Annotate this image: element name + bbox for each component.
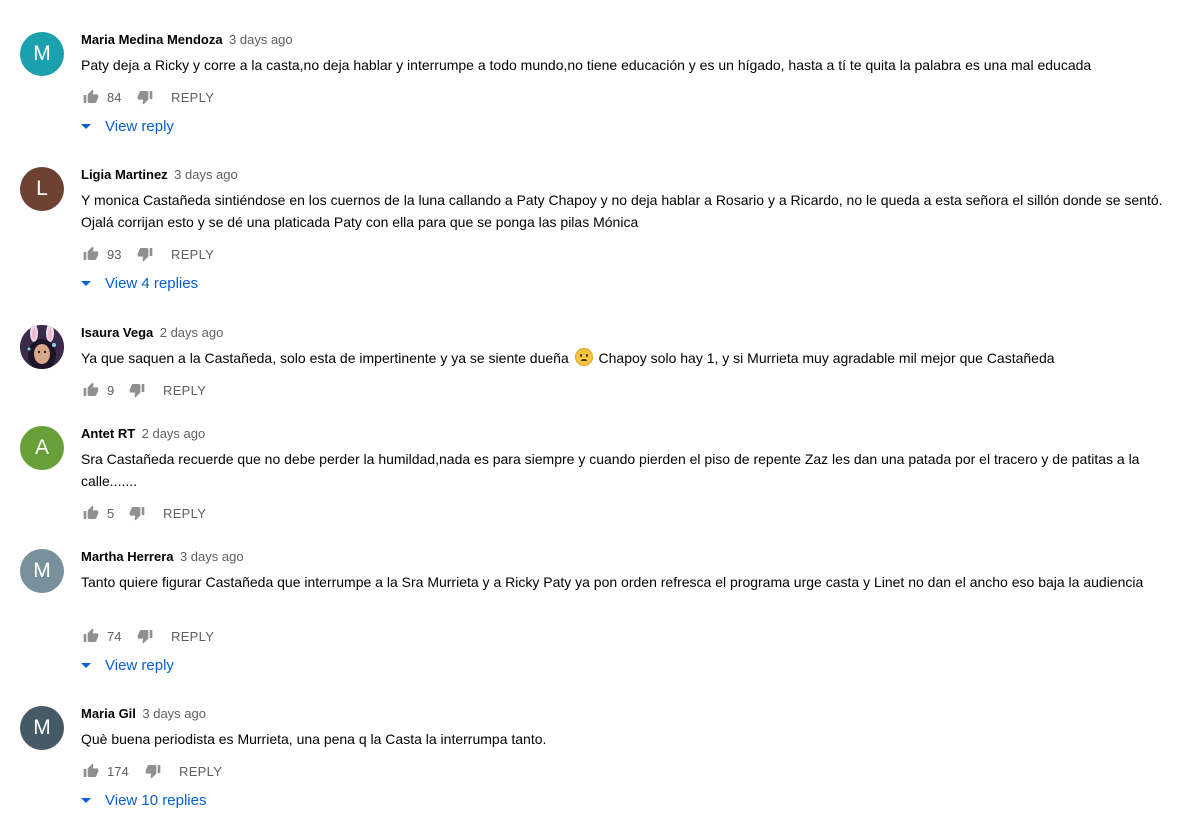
comment-header: Maria Medina Mendoza 3 days ago	[81, 32, 1181, 48]
comment-text: Sra Castañeda recuerde que no debe perde…	[81, 451, 1140, 489]
view-replies-label: View reply	[105, 656, 174, 674]
comment-text: Paty deja a Ricky y corre a la casta,no …	[81, 57, 1092, 73]
avatar[interactable]: M	[20, 32, 64, 76]
view-replies-button[interactable]: View reply	[81, 115, 174, 137]
avatar[interactable]: A	[20, 426, 64, 470]
worried-face-emoji	[574, 348, 593, 366]
like-count: 93	[107, 246, 122, 262]
comment-actions: 5 REPLY	[81, 502, 206, 524]
caret-down-icon	[81, 662, 91, 668]
comment-header: Isaura Vega 2 days ago	[81, 325, 1181, 341]
comment-header: Ligia Martinez 3 days ago	[81, 167, 1181, 183]
avatar-letter: M	[33, 42, 51, 65]
avatar[interactable]: M	[20, 549, 64, 593]
comment-body: Maria Medina Mendoza 3 days ago Paty dej…	[81, 32, 1181, 135]
comment-text-part: Chapoy solo hay 1, y si Murrieta muy agr…	[598, 350, 1055, 366]
thumb-down-icon[interactable]	[135, 244, 155, 264]
reply-button[interactable]: REPLY	[171, 629, 214, 644]
reply-button[interactable]: REPLY	[171, 247, 214, 262]
comment-header: Martha Herrera 3 days ago	[81, 549, 1181, 565]
avatar-photo-image	[20, 325, 64, 369]
view-replies-label: View 4 replies	[105, 274, 199, 292]
thumb-up-icon[interactable]	[81, 244, 101, 264]
comment-body: Isaura Vega 2 days ago Ya que saquen a l…	[81, 325, 1181, 398]
avatar-letter: M	[33, 559, 51, 582]
avatar-letter: A	[34, 436, 49, 459]
comment-text: Tanto quiere figurar Castañeda que inter…	[81, 574, 1144, 590]
comment-text-part: Ya que saquen a la Castañeda, solo esta …	[81, 350, 569, 366]
comment-author[interactable]: Maria Gil	[81, 706, 136, 721]
comment-author[interactable]: Martha Herrera	[81, 549, 174, 564]
thumb-up-icon[interactable]	[81, 503, 101, 523]
thumb-down-icon[interactable]	[135, 87, 155, 107]
view-replies-button[interactable]: View reply	[81, 654, 174, 676]
thumb-down-icon[interactable]	[127, 380, 147, 400]
view-replies-button[interactable]: View 10 replies	[81, 789, 206, 811]
comment-body: Antet RT 2 days ago Sra Castañeda recuer…	[81, 426, 1181, 521]
comment-author[interactable]: Antet RT	[81, 426, 135, 441]
thumb-down-icon[interactable]	[135, 626, 155, 646]
comment-time[interactable]: 3 days ago	[174, 167, 238, 182]
view-replies-label: View reply	[105, 117, 174, 135]
like-count: 74	[107, 628, 122, 644]
thumb-up-icon[interactable]	[81, 380, 101, 400]
comment-text: Y monica Castañeda sintiéndose en los cu…	[81, 192, 1163, 230]
reply-button[interactable]: REPLY	[163, 506, 206, 521]
like-count: 84	[107, 89, 122, 105]
comment-time[interactable]: 3 days ago	[180, 549, 244, 564]
caret-down-icon	[81, 123, 91, 129]
comment-author[interactable]: Maria Medina Mendoza	[81, 32, 223, 47]
comment-text: Què buena periodista es Murrieta, una pe…	[81, 731, 547, 747]
comment-text: Ya que saquen a la Castañeda, solo esta …	[81, 347, 1181, 369]
comment-body: Maria Gil 3 days ago Què buena periodist…	[81, 706, 1181, 809]
avatar-letter: M	[33, 716, 51, 739]
comment-actions: 93 REPLY	[81, 243, 214, 265]
comment-author[interactable]: Ligia Martinez	[81, 167, 168, 182]
comment-time[interactable]: 2 days ago	[142, 426, 206, 441]
like-count: 174	[107, 763, 129, 779]
avatar[interactable]: M	[20, 706, 64, 750]
comment-time[interactable]: 3 days ago	[229, 32, 293, 47]
comment-actions: 9 REPLY	[81, 379, 206, 401]
avatar[interactable]	[20, 325, 64, 369]
comment-time[interactable]: 3 days ago	[142, 706, 206, 721]
avatar-letter: L	[36, 177, 48, 200]
like-count: 5	[107, 505, 115, 521]
comment-actions: 74 REPLY	[81, 625, 214, 647]
reply-button[interactable]: REPLY	[163, 383, 206, 398]
thumb-up-icon[interactable]	[81, 87, 101, 107]
comment-header: Antet RT 2 days ago	[81, 426, 1181, 442]
comment-body: Martha Herrera 3 days ago Tanto quiere f…	[81, 549, 1181, 674]
reply-button[interactable]: REPLY	[179, 764, 222, 779]
caret-down-icon	[81, 797, 91, 803]
reply-button[interactable]: REPLY	[171, 90, 214, 105]
avatar[interactable]: L	[20, 167, 64, 211]
thumb-down-icon[interactable]	[143, 761, 163, 781]
comment-header: Maria Gil 3 days ago	[81, 706, 1181, 722]
thumb-down-icon[interactable]	[127, 503, 147, 523]
view-replies-label: View 10 replies	[105, 791, 207, 809]
view-replies-button[interactable]: View 4 replies	[81, 272, 198, 294]
like-count: 9	[107, 382, 115, 398]
comment-actions: 84 REPLY	[81, 86, 214, 108]
comment-actions: 174 REPLY	[81, 760, 222, 782]
caret-down-icon	[81, 280, 91, 286]
comment-time[interactable]: 2 days ago	[160, 325, 224, 340]
comment-author[interactable]: Isaura Vega	[81, 325, 153, 340]
comment-body: Ligia Martinez 3 days ago Y monica Casta…	[81, 167, 1181, 292]
thumb-up-icon[interactable]	[81, 761, 101, 781]
thumb-up-icon[interactable]	[81, 626, 101, 646]
